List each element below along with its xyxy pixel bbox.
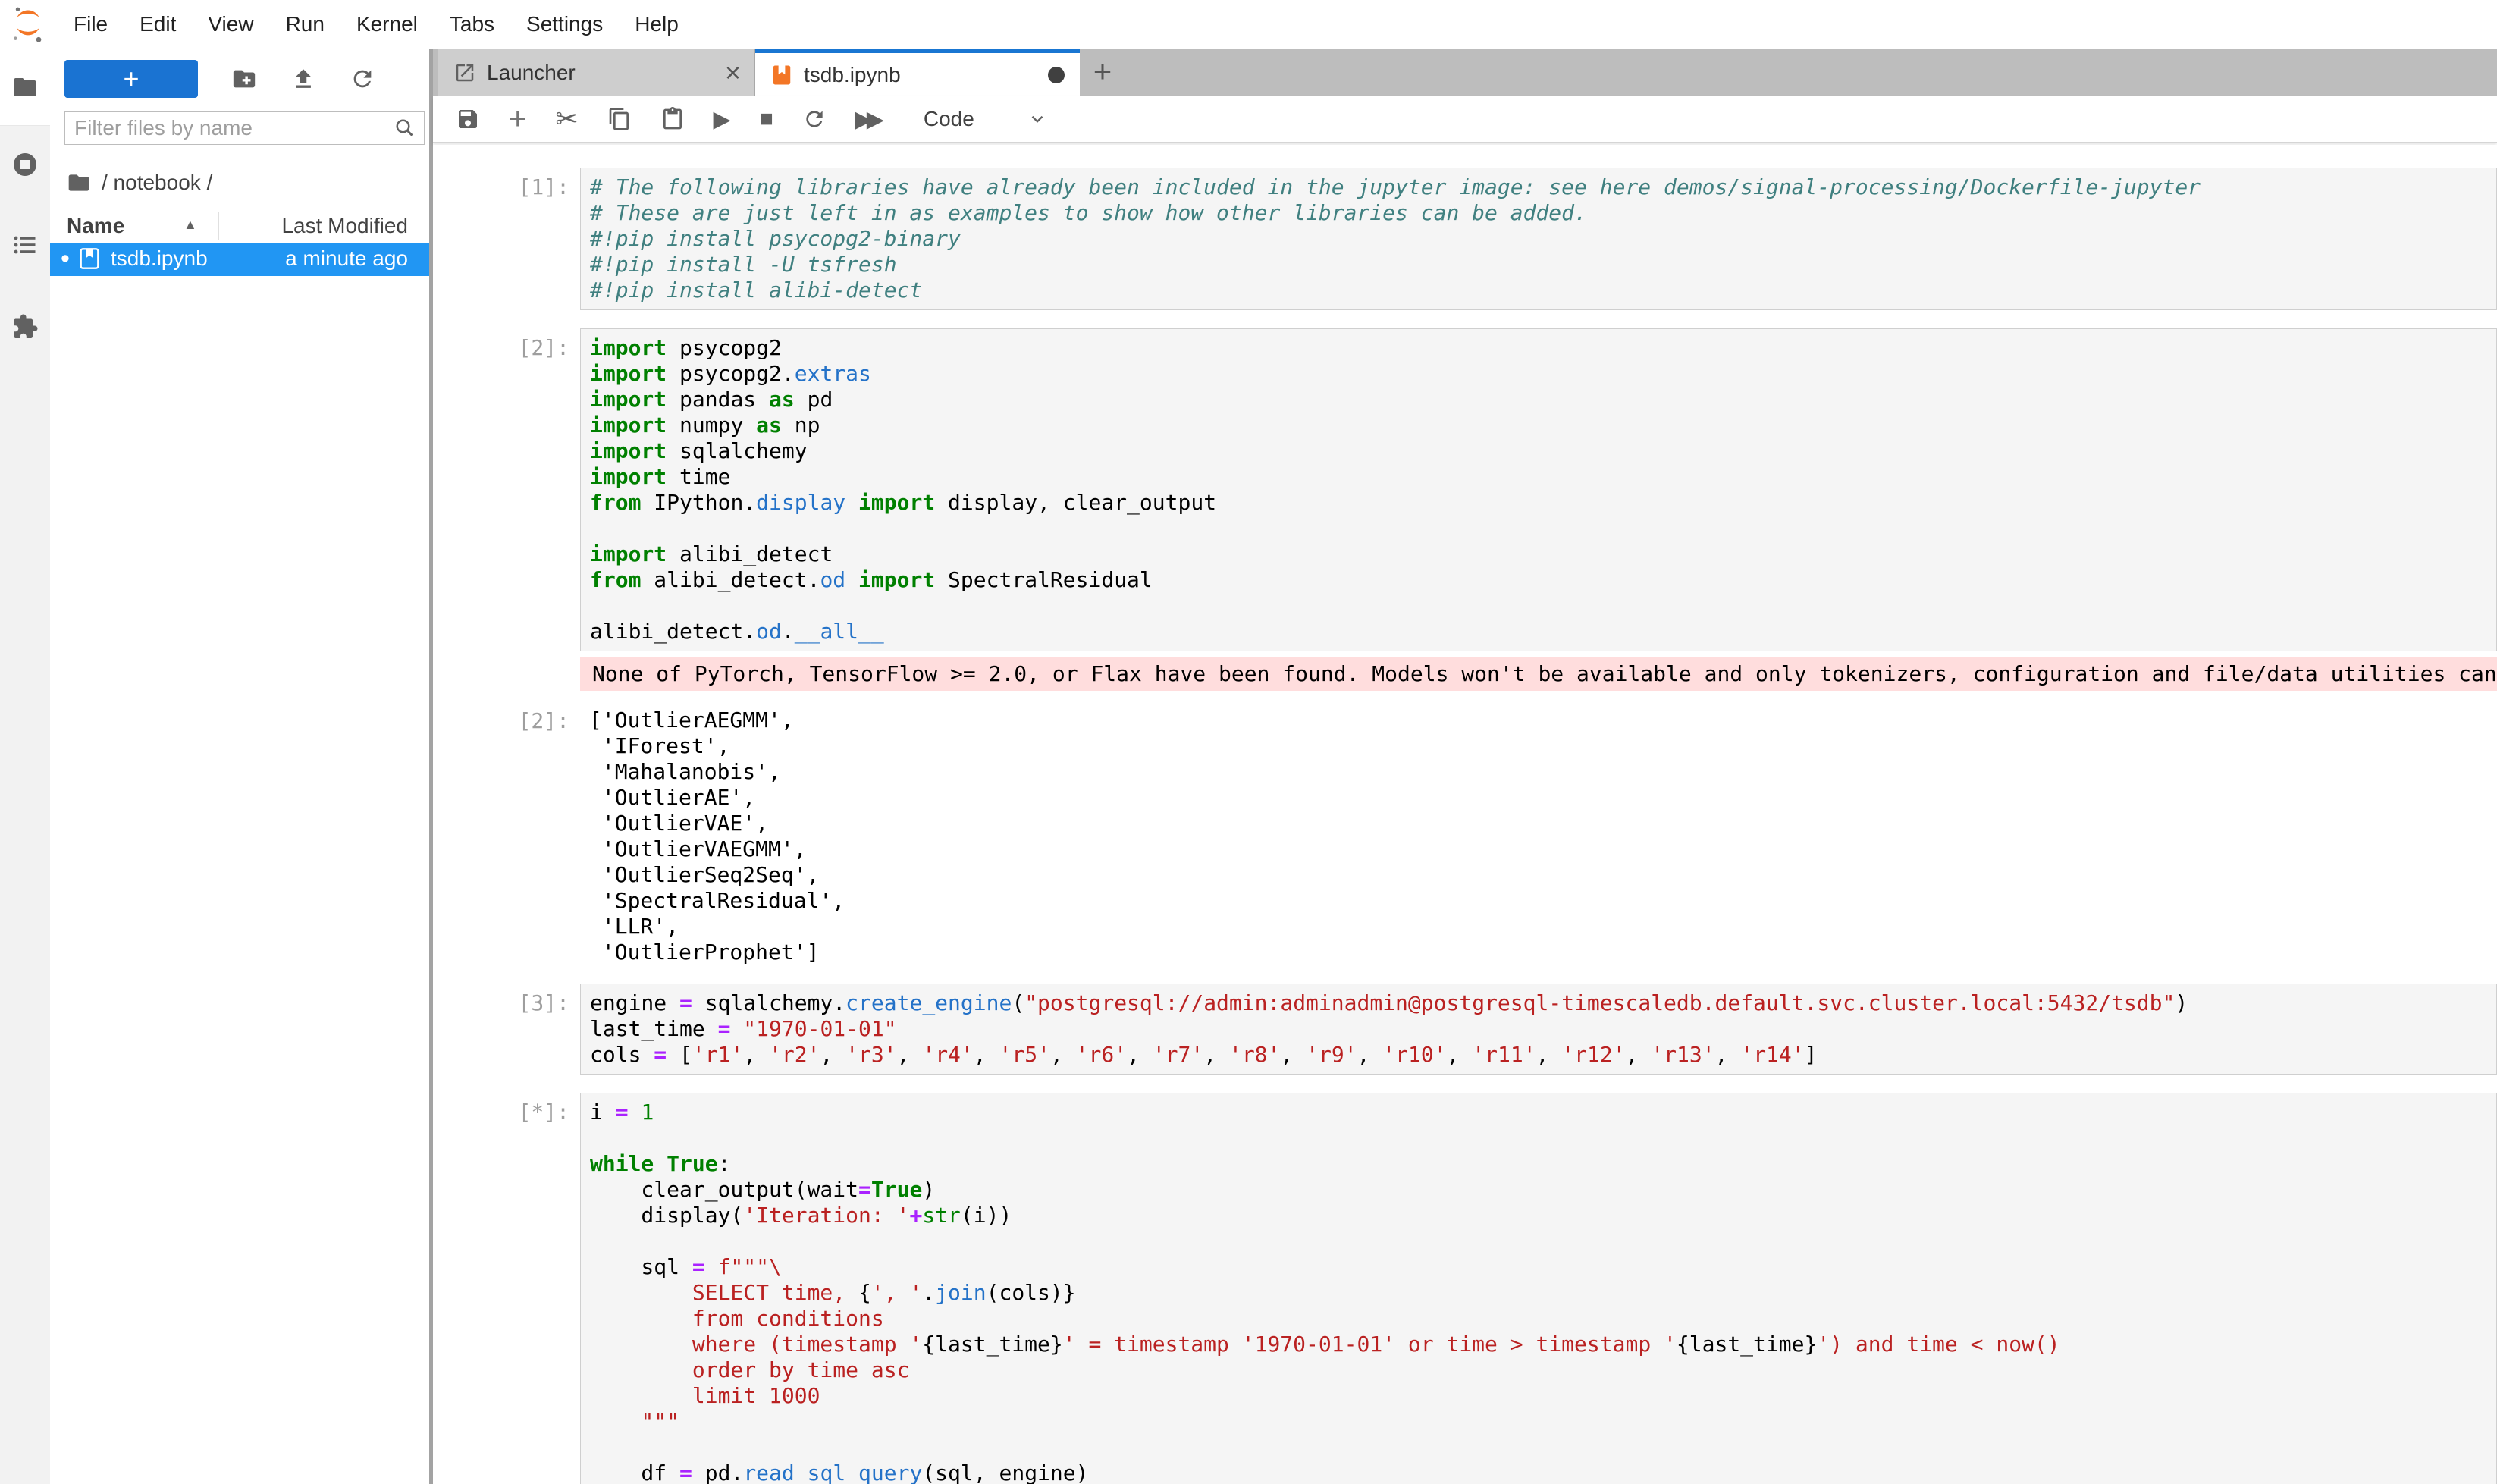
cell-input-prompt: [1]: [433, 168, 580, 310]
table-of-contents-icon[interactable] [11, 231, 39, 259]
menu-file[interactable]: File [58, 0, 124, 49]
menu-settings[interactable]: Settings [510, 0, 619, 49]
interrupt-kernel-icon[interactable]: ■ [760, 106, 773, 132]
search-icon [394, 117, 416, 140]
refresh-icon[interactable] [350, 66, 375, 92]
cell-input-prompt: [*]: [433, 1093, 580, 1484]
menu-view[interactable]: View [192, 0, 269, 49]
upload-icon[interactable] [290, 66, 316, 92]
column-last-modified[interactable]: Last Modified [281, 214, 408, 238]
stderr-output: None of PyTorch, TensorFlow >= 2.0, or F… [580, 657, 2497, 691]
file-modified: a minute ago [285, 246, 408, 271]
save-icon[interactable] [456, 107, 480, 131]
jupyterlab-window: FileEditViewRunKernelTabsSettingsHelp + [0, 0, 2497, 1484]
filter-files-box [64, 111, 425, 145]
launcher-icon [453, 61, 476, 84]
main-area: Launcher × tsdb.ipynb + + ✂ [433, 49, 2497, 1484]
chevron-down-icon[interactable] [1027, 109, 1047, 129]
paste-cells-icon[interactable] [660, 107, 685, 131]
cell-code-editor[interactable]: import psycopg2import psycopg2.extrasimp… [580, 328, 2497, 651]
notebook-toolbar: + ✂ ▶ ■ ▶▶ Code [433, 96, 2497, 143]
tab-launcher-label: Launcher [487, 61, 576, 85]
cell-output-prompt: [2]: [433, 701, 580, 965]
new-launcher-button[interactable]: + [64, 60, 198, 98]
notebook-cell: [1]:# The following libraries have alrea… [433, 168, 2497, 310]
menu-kernel[interactable]: Kernel [340, 0, 434, 49]
menu-bar: FileEditViewRunKernelTabsSettingsHelp [0, 0, 2497, 49]
restart-run-all-icon[interactable]: ▶▶ [855, 106, 878, 133]
folder-icon [11, 74, 39, 101]
sort-ascending-icon[interactable]: ▲ [184, 217, 197, 233]
cell-type-select[interactable]: Code [924, 107, 974, 131]
close-tab-icon[interactable]: × [725, 57, 741, 89]
copy-cells-icon[interactable] [607, 107, 632, 131]
menu-tabs[interactable]: Tabs [434, 0, 510, 49]
home-folder-icon [67, 171, 91, 195]
extensions-puzzle-icon[interactable] [11, 313, 39, 340]
file-browser-toolbar: + [50, 55, 429, 102]
breadcrumb[interactable]: / notebook / [67, 171, 212, 195]
file-row-tsdb[interactable]: • tsdb.ipynb a minute ago [50, 243, 429, 276]
notebook-icon [770, 64, 793, 86]
cell-code-editor[interactable]: # The following libraries have already b… [580, 168, 2497, 310]
menu-help[interactable]: Help [619, 0, 695, 49]
insert-cell-icon[interactable]: + [509, 102, 526, 136]
notebook-scroll-area[interactable]: [1]:# The following libraries have alrea… [433, 145, 2497, 1484]
tab-notebook-tsdb[interactable]: tsdb.ipynb [755, 49, 1080, 96]
tab-launcher[interactable]: Launcher × [438, 49, 755, 96]
run-cell-icon[interactable]: ▶ [714, 106, 731, 133]
column-divider [218, 212, 219, 240]
cell-code-editor[interactable]: engine = sqlalchemy.create_engine("postg… [580, 984, 2497, 1075]
filter-files-input[interactable] [73, 115, 394, 141]
menu-edit[interactable]: Edit [124, 0, 192, 49]
file-list-header: Name ▲ Last Modified [50, 209, 429, 243]
file-name: tsdb.ipynb [111, 246, 208, 271]
menu-bar-items: FileEditViewRunKernelTabsSettingsHelp [58, 0, 695, 49]
execute-result-text: ['OutlierAEGMM', 'IForest', 'Mahalanobis… [580, 701, 845, 965]
unsaved-changes-dot [1048, 67, 1065, 83]
running-sessions-icon[interactable] [11, 151, 39, 178]
file-browser-panel: + / notebook / Name ▲ [50, 49, 429, 1484]
breadcrumb-path: / notebook / [102, 171, 212, 195]
cut-cells-icon[interactable]: ✂ [555, 103, 578, 135]
notebook-cell: [*]:i = 1 while True: clear_output(wait=… [433, 1093, 2497, 1484]
dock-tab-bar: Launcher × tsdb.ipynb + [433, 49, 2497, 96]
jupyter-logo-icon [9, 4, 47, 45]
cell-input-prompt: [3]: [433, 984, 580, 1075]
new-folder-icon[interactable] [231, 66, 257, 92]
tab-notebook-label: tsdb.ipynb [804, 63, 901, 87]
cell-code-editor[interactable]: i = 1 while True: clear_output(wait=True… [580, 1093, 2497, 1484]
new-tab-button[interactable]: + [1080, 49, 1125, 96]
notebook-cells: [1]:# The following libraries have alrea… [433, 168, 2497, 1484]
menu-run[interactable]: Run [270, 0, 340, 49]
notebook-cell: [3]:engine = sqlalchemy.create_engine("p… [433, 984, 2497, 1075]
running-kernel-dot: • [61, 244, 70, 274]
cell-input-prompt: [2]: [433, 328, 580, 651]
column-name[interactable]: Name [67, 214, 124, 238]
notebook-cell: [2]:import psycopg2import psycopg2.extra… [433, 328, 2497, 965]
notebook-file-icon [77, 246, 102, 271]
left-sidebar-strip [0, 49, 51, 1484]
sidebar-tab-file-browser[interactable] [0, 49, 50, 126]
restart-kernel-icon[interactable] [802, 107, 827, 131]
